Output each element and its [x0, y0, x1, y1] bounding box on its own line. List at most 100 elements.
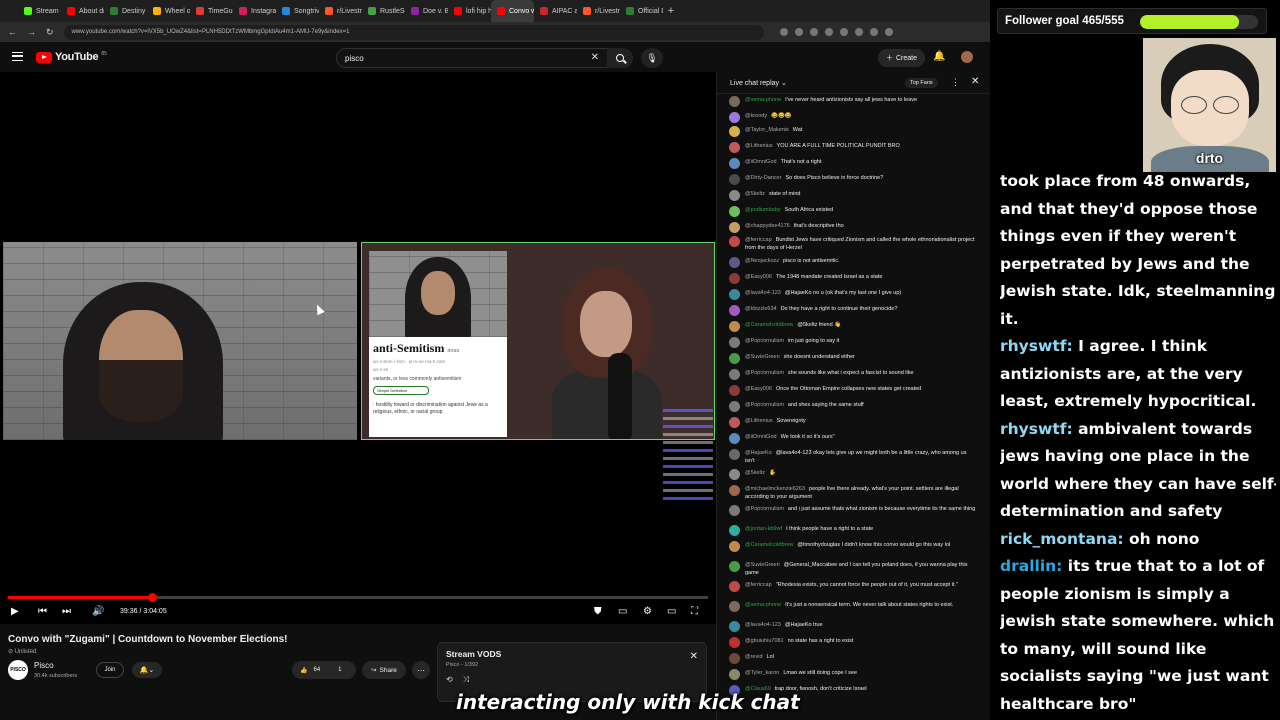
- browser-tab[interactable]: Stream - Kick: [18, 0, 61, 22]
- chat-author-avatar[interactable]: [729, 236, 740, 247]
- hamburger-menu-icon[interactable]: [12, 52, 23, 61]
- chat-author-avatar[interactable]: [729, 305, 740, 316]
- chat-author-name[interactable]: @Popcornulism: [745, 338, 784, 344]
- clear-search-icon[interactable]: ✕: [591, 52, 599, 63]
- playlist-title[interactable]: Stream VODS: [446, 649, 698, 659]
- chat-author-avatar[interactable]: [729, 669, 740, 680]
- browser-tab[interactable]: AIPAC and A: [534, 0, 577, 22]
- chat-author-avatar[interactable]: [729, 561, 740, 572]
- search-button[interactable]: [607, 48, 633, 68]
- close-chat-icon[interactable]: ✕: [971, 76, 979, 87]
- browser-tab[interactable]: TimeGuessr: [190, 0, 233, 22]
- chat-author-name[interactable]: @Easy006: [745, 386, 772, 392]
- url-field[interactable]: www.youtube.com/watch?v=lVX5b_UOwZ4&list…: [63, 24, 764, 40]
- chat-author-avatar[interactable]: [729, 273, 740, 284]
- chat-author-name[interactable]: @kbizzle634: [745, 306, 777, 312]
- youtube-logo[interactable]: YouTube 85: [36, 51, 107, 63]
- chat-more-icon[interactable]: ⋮: [951, 77, 960, 88]
- chat-author-avatar[interactable]: [729, 621, 740, 632]
- chat-author-avatar[interactable]: [729, 601, 740, 612]
- subscribed-notification-button[interactable]: 🔔 ⌄: [132, 662, 162, 678]
- previous-icon[interactable]: ⏮: [38, 606, 47, 617]
- chat-author-name[interactable]: @lava4o4-123: [745, 622, 781, 628]
- close-playlist-icon[interactable]: ✕: [690, 651, 698, 662]
- extension-icon[interactable]: [779, 28, 788, 36]
- chat-author-avatar[interactable]: [729, 541, 740, 552]
- chat-author-avatar[interactable]: [729, 222, 740, 233]
- chat-author-avatar[interactable]: [729, 637, 740, 648]
- extension-icon[interactable]: [794, 28, 803, 36]
- play-icon[interactable]: ▶: [11, 606, 19, 617]
- chat-author-name[interactable]: @Popcornulism: [745, 402, 784, 408]
- video-player[interactable]: anti-Semitism noun an·ti-Sem·i·tism · an…: [0, 72, 716, 624]
- chat-author-avatar[interactable]: [729, 505, 740, 516]
- subtitles-icon[interactable]: ▭: [618, 606, 627, 617]
- shuffle-icon[interactable]: ⤨: [463, 675, 469, 685]
- chat-author-name[interactable]: @Lithenius: [745, 143, 773, 149]
- chat-author-name[interactable]: @HajaeKo: [745, 450, 772, 456]
- chat-author-name[interactable]: @kroody: [745, 113, 767, 119]
- volume-icon[interactable]: 🔊: [92, 606, 104, 617]
- browser-tab[interactable]: Official Destin: [620, 0, 663, 22]
- top-fans-filter[interactable]: Top Fans: [905, 78, 938, 88]
- browser-tab[interactable]: r/Livestream: [319, 0, 362, 22]
- chat-author-name[interactable]: @sema-phone: [745, 97, 781, 103]
- theater-mode-icon[interactable]: ▭: [667, 606, 676, 617]
- chat-author-avatar[interactable]: [729, 449, 740, 460]
- chat-author-name[interactable]: @Dirty-Dancer: [745, 175, 781, 181]
- chat-author-name[interactable]: @Caramelcoldbrew: [745, 322, 793, 328]
- browser-tab[interactable]: Wheel of Na: [147, 0, 190, 22]
- chat-author-name[interactable]: @Caramelcoldbrew: [745, 542, 793, 548]
- extension-icon[interactable]: [884, 28, 893, 36]
- chat-author-name[interactable]: @ferriccap: [745, 582, 772, 588]
- chat-author-avatar[interactable]: [729, 469, 740, 480]
- chat-author-avatar[interactable]: [729, 321, 740, 332]
- chat-author-name[interactable]: @Neojackozz: [745, 258, 779, 264]
- chat-author-avatar[interactable]: [729, 206, 740, 217]
- chat-author-name[interactable]: @SuvieGreen: [745, 562, 780, 568]
- browser-tab[interactable]: lofi hip h: [448, 0, 491, 22]
- chat-author-name[interactable]: @revid: [745, 654, 763, 660]
- chat-author-avatar[interactable]: [729, 158, 740, 169]
- account-avatar[interactable]: [961, 51, 973, 63]
- voice-search-button[interactable]: 🎙: [641, 48, 663, 68]
- browser-tab[interactable]: Convo wit: [491, 0, 534, 22]
- notifications-bell-icon[interactable]: 🔔: [933, 51, 945, 62]
- search-input[interactable]: pisco ✕: [336, 48, 608, 68]
- chat-author-avatar[interactable]: [729, 385, 740, 396]
- chat-author-avatar[interactable]: [729, 525, 740, 536]
- dislike-count[interactable]: 1: [338, 667, 341, 673]
- browser-tab[interactable]: Songtrivia: Fi: [276, 0, 319, 22]
- chat-author-name[interactable]: @jordan-kb9wf: [745, 526, 782, 532]
- video-progress-bar[interactable]: [8, 593, 708, 602]
- channel-avatar[interactable]: PISCO: [8, 660, 28, 680]
- next-icon[interactable]: ⏭: [62, 606, 71, 617]
- chat-message-list[interactable]: @sema-phone I've never heard antizionists…: [717, 94, 990, 720]
- new-tab-button[interactable]: +: [663, 5, 679, 17]
- extension-icon[interactable]: [869, 28, 878, 36]
- chat-author-name[interactable]: @lava4o4-123: [745, 290, 781, 296]
- like-dislike-group[interactable]: 👍 64 1: [292, 661, 356, 679]
- forward-icon[interactable]: →: [27, 27, 36, 37]
- create-button[interactable]: ＋ Create: [878, 49, 926, 67]
- chat-author-avatar[interactable]: [729, 289, 740, 300]
- chat-author-avatar[interactable]: [729, 401, 740, 412]
- chat-author-name[interactable]: @5keltz: [745, 470, 765, 476]
- extension-icon[interactable]: [809, 28, 818, 36]
- browser-tab[interactable]: RustleSearch: [362, 0, 405, 22]
- chat-author-name[interactable]: @Tyler_karon: [745, 670, 779, 676]
- progress-scrubber[interactable]: [147, 593, 157, 602]
- chat-author-avatar[interactable]: [729, 417, 740, 428]
- chat-author-name[interactable]: @Popcornulism: [745, 506, 784, 512]
- chat-mode-dropdown[interactable]: Live chat replay ⌄: [730, 79, 787, 87]
- back-icon[interactable]: ←: [8, 27, 17, 37]
- chat-author-name[interactable]: @chappydee4175: [745, 223, 790, 229]
- extension-icon[interactable]: [839, 28, 848, 36]
- chat-author-name[interactable]: @Easy006: [745, 274, 772, 280]
- browser-tab[interactable]: r/Livestream: [577, 0, 620, 22]
- chat-author-avatar[interactable]: [729, 190, 740, 201]
- channel-name[interactable]: Pisco: [34, 661, 54, 670]
- browser-tab[interactable]: About drt01: [61, 0, 104, 22]
- join-button[interactable]: Join: [96, 662, 124, 678]
- chat-author-name[interactable]: @podiumbaby: [745, 207, 781, 213]
